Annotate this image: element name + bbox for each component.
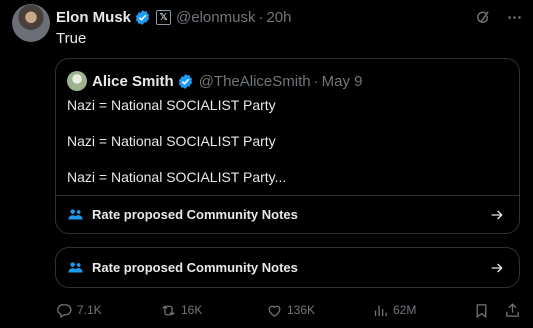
grok-icon[interactable] <box>473 8 491 26</box>
x-affiliation-badge: 𝕏 <box>156 9 172 25</box>
more-icon[interactable] <box>505 8 523 26</box>
author-name[interactable]: Elon Musk <box>56 9 131 26</box>
author-avatar[interactable] <box>12 4 50 42</box>
like-count: 136K <box>287 303 316 317</box>
post-text: True <box>56 30 87 47</box>
engagement-bar: 7.1K 16K 136K 62M <box>56 300 521 320</box>
reply-icon <box>57 303 72 318</box>
quoted-text-line: Nazi = National SOCIALIST Party... <box>67 169 287 185</box>
post-time[interactable]: 20h <box>266 9 291 26</box>
quoted-author-avatar[interactable] <box>67 71 87 91</box>
like-button[interactable]: 136K <box>266 302 372 319</box>
post-header: Elon Musk 𝕏 @elonmusk · 20h <box>56 6 523 28</box>
bookmark-icon[interactable] <box>473 302 490 319</box>
community-notes-link[interactable]: Rate proposed Community Notes <box>55 247 520 288</box>
author-handle[interactable]: @elonmusk <box>176 9 255 26</box>
arrow-right-icon <box>489 207 505 223</box>
quoted-text-line: Nazi = National SOCIALIST Party <box>67 97 276 113</box>
repost-button[interactable]: 16K <box>160 302 266 319</box>
verified-badge-icon <box>177 73 194 90</box>
post-secondary-actions <box>473 302 521 319</box>
share-icon[interactable] <box>504 302 521 319</box>
verified-badge-icon <box>134 9 151 26</box>
people-icon <box>67 259 84 276</box>
people-icon <box>67 206 84 223</box>
quoted-post[interactable]: Alice Smith @TheAliceSmith · May 9 Nazi … <box>55 58 520 234</box>
community-notes-label: Rate proposed Community Notes <box>92 207 298 222</box>
community-notes-label: Rate proposed Community Notes <box>92 260 298 275</box>
separator-dot: · <box>313 72 319 90</box>
heart-icon <box>268 305 281 317</box>
arrow-right-icon <box>489 260 505 276</box>
views-count: 62M <box>393 303 417 317</box>
views-button[interactable]: 62M <box>372 302 468 319</box>
separator-dot: · <box>258 8 264 26</box>
reply-count: 7.1K <box>77 303 102 317</box>
quoted-author-name[interactable]: Alice Smith <box>92 73 174 90</box>
quoted-community-notes-link[interactable]: Rate proposed Community Notes <box>56 195 519 233</box>
quoted-post-header: Alice Smith @TheAliceSmith · May 9 <box>67 71 362 91</box>
reply-button[interactable]: 7.1K <box>56 302 160 319</box>
quoted-text-line: Nazi = National SOCIALIST Party <box>67 133 276 149</box>
repost-count: 16K <box>181 303 203 317</box>
views-icon <box>374 305 387 316</box>
quoted-author-handle: @TheAliceSmith <box>198 72 311 90</box>
repost-icon <box>162 304 175 316</box>
quoted-post-date: May 9 <box>321 72 363 90</box>
